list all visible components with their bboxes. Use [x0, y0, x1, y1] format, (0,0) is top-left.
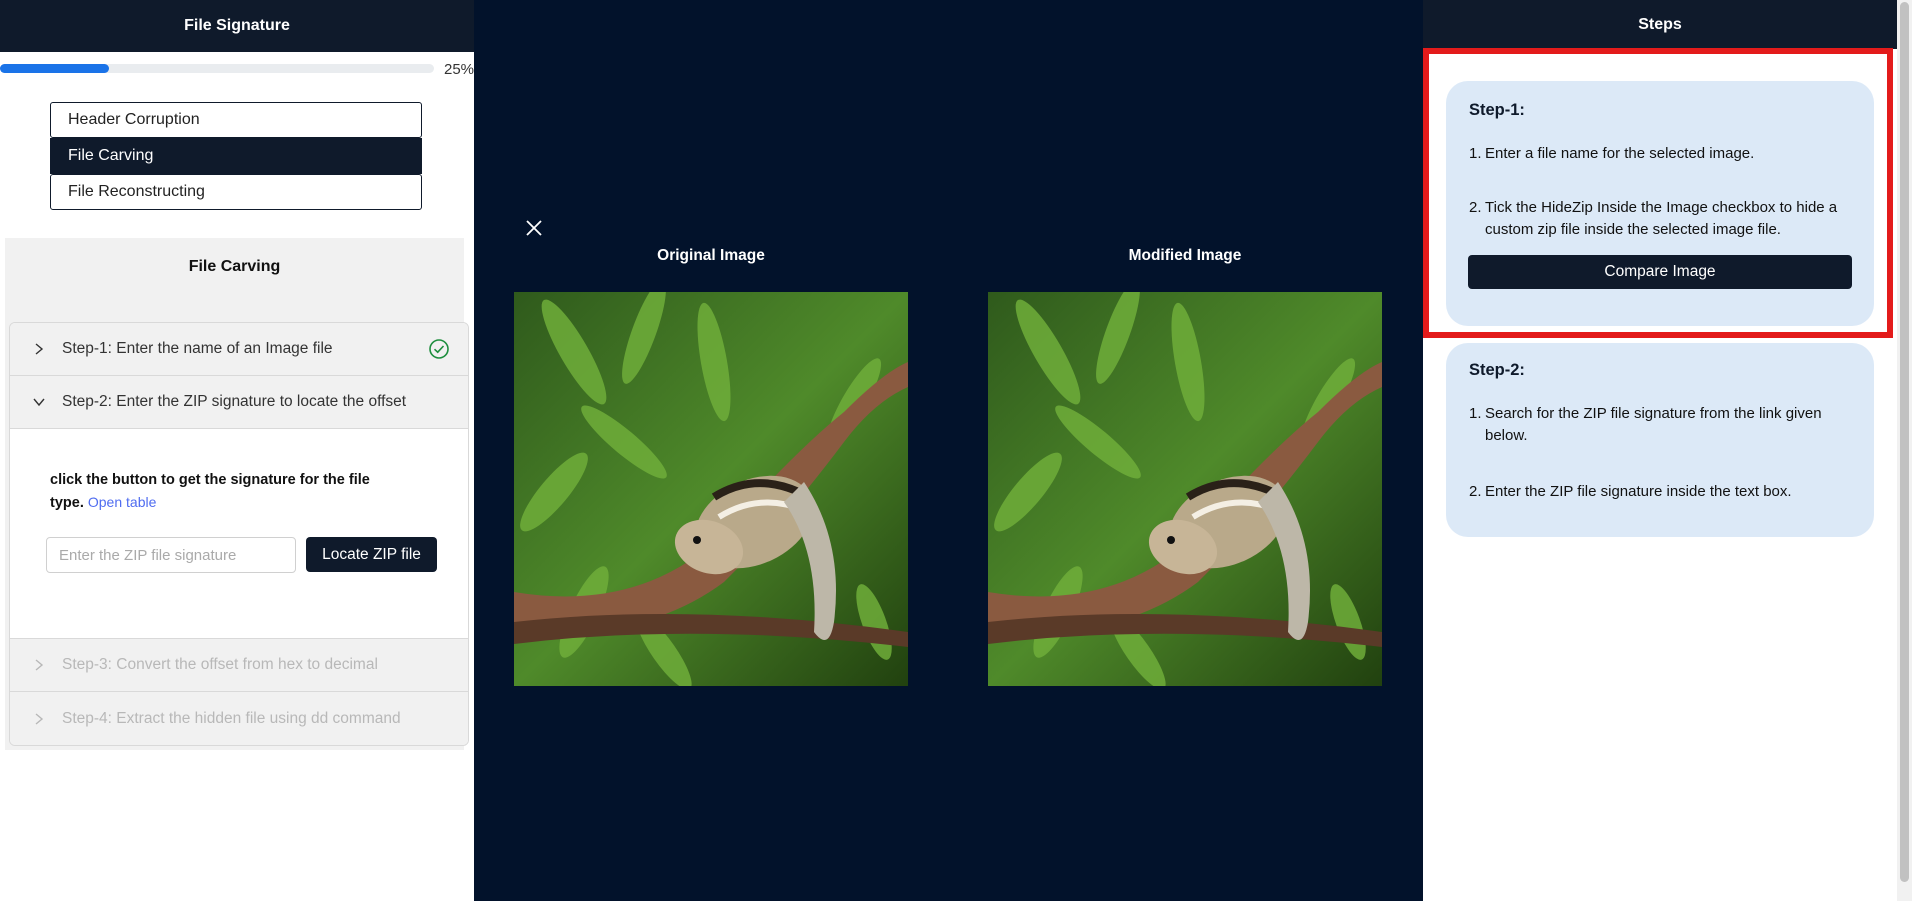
- accordion-step-2-body: click the button to get the signature fo…: [10, 429, 468, 639]
- chevron-down-icon: [30, 397, 48, 407]
- accordion-step-1-label: Step-1: Enter the name of an Image file: [62, 340, 333, 357]
- open-table-link[interactable]: Open table: [88, 494, 157, 510]
- accordion-step-1[interactable]: Step-1: Enter the name of an Image file: [10, 323, 468, 376]
- steps-accordion: Step-1: Enter the name of an Image file …: [9, 322, 469, 746]
- category-file-reconstructing[interactable]: File Reconstructing: [50, 174, 422, 210]
- accordion-step-4[interactable]: Step-4: Extract the hidden file using dd…: [10, 692, 468, 745]
- accordion-step-2[interactable]: Step-2: Enter the ZIP signature to locat…: [10, 376, 468, 429]
- zip-signature-input[interactable]: [46, 537, 296, 573]
- highlight-box: [1423, 48, 1893, 338]
- scrollbar[interactable]: [1897, 0, 1912, 901]
- chevron-right-icon: [30, 712, 48, 725]
- original-image-title: Original Image: [657, 247, 765, 264]
- left-panel: File Signature 25% Header Corruption Fil…: [0, 0, 474, 901]
- accordion-step-3[interactable]: Step-3: Convert the offset from hex to d…: [10, 639, 468, 692]
- accordion-step-4-label: Step-4: Extract the hidden file using dd…: [62, 709, 401, 727]
- section-title: File Carving: [188, 258, 281, 275]
- category-file-carving[interactable]: File Carving: [50, 138, 422, 174]
- locate-zip-button[interactable]: Locate ZIP file: [306, 537, 437, 572]
- list-item: 1. Search for the ZIP file signature from…: [1469, 405, 1822, 444]
- progress: 25%: [0, 61, 475, 78]
- panel-header: File Signature: [0, 0, 474, 52]
- progress-fill: [0, 64, 109, 73]
- chevron-right-icon: [30, 659, 48, 671]
- progress-label: 25%: [444, 61, 475, 78]
- scrollbar-thumb[interactable]: [1900, 2, 1909, 882]
- progress-track: [0, 64, 434, 73]
- file-carving-section: File Carving Step-1: Enter the name of a…: [5, 238, 469, 750]
- modified-image-title: Modified Image: [1128, 247, 1242, 264]
- panel-header: Steps: [1423, 0, 1897, 49]
- check-circle-icon: [429, 339, 449, 359]
- accordion-step-2-label: Step-2: Enter the ZIP signature to locat…: [62, 393, 407, 410]
- modified-image: [988, 292, 1382, 686]
- accordion-step-3-label: Step-3: Convert the offset from hex to d…: [62, 656, 378, 673]
- category-header-corruption[interactable]: Header Corruption: [50, 102, 422, 138]
- list-item: 2. Enter the ZIP file signature inside th…: [1469, 483, 1792, 500]
- step-2-card: Step-2: 1. Search for the ZIP file signat…: [1446, 343, 1874, 537]
- step-2-title: Step-2:: [1469, 361, 1525, 379]
- image-compare-panel: Original Image Modified Image: [474, 0, 1423, 901]
- close-icon[interactable]: [524, 218, 544, 238]
- signature-instruction: click the button to get the signature fo…: [50, 469, 390, 514]
- category-list: Header Corruption File Carving File Reco…: [50, 102, 422, 210]
- step-2-list: 1. Search for the ZIP file signature from…: [1469, 403, 1861, 503]
- chevron-right-icon: [30, 343, 48, 355]
- original-image: [514, 292, 908, 686]
